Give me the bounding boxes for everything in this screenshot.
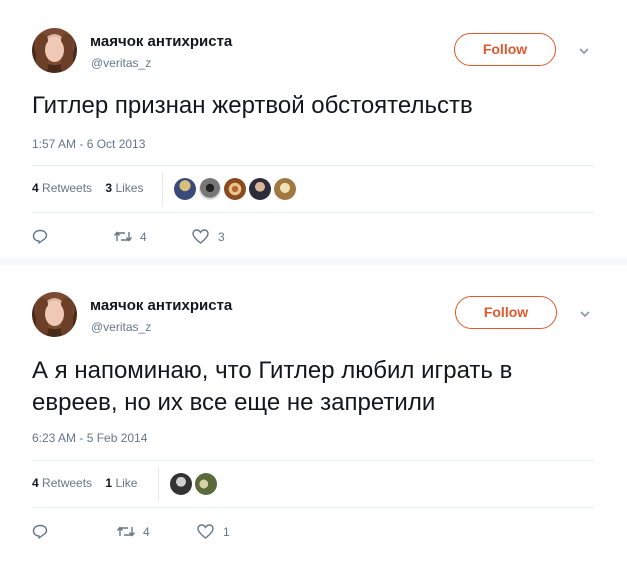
tweet-text: Гитлер признан жертвой обстоятельств xyxy=(32,92,473,119)
divider xyxy=(32,212,594,213)
user-handle[interactable]: @veritas_z xyxy=(91,320,151,334)
tweet-stats: 4 Retweets 1 Like xyxy=(32,476,137,490)
retweet-icon[interactable] xyxy=(113,230,133,243)
retweet-icon[interactable] xyxy=(116,525,136,538)
like-count: 3 xyxy=(218,230,225,244)
timestamp[interactable]: 1:57 AM - 6 Oct 2013 xyxy=(32,137,145,151)
divider xyxy=(32,165,594,166)
divider xyxy=(32,507,594,508)
liker-avatar[interactable] xyxy=(274,178,296,200)
divider xyxy=(32,460,594,461)
heart-icon[interactable] xyxy=(192,229,209,244)
tweet: маячок антихриста @veritas_z Follow А я … xyxy=(0,265,627,577)
tweet-stats: 4 Retweets 3 Likes xyxy=(32,181,143,195)
avatar[interactable] xyxy=(32,28,77,73)
like-count: 1 xyxy=(223,525,230,539)
likes-stat[interactable]: 3 Likes xyxy=(105,181,143,195)
retweets-stat[interactable]: 4 Retweets xyxy=(32,181,92,195)
likes-stat[interactable]: 1 Like xyxy=(105,476,137,490)
liker-avatar[interactable] xyxy=(249,178,271,200)
reply-icon[interactable] xyxy=(32,229,48,244)
avatar[interactable] xyxy=(32,292,77,337)
display-name[interactable]: маячок антихриста xyxy=(90,33,232,50)
tweet-separator xyxy=(0,258,627,265)
tweet-text: А я напоминаю, что Гитлер любил играть в… xyxy=(32,357,513,416)
heart-icon[interactable] xyxy=(197,524,214,539)
chevron-down-icon[interactable] xyxy=(580,310,590,318)
liker-avatar[interactable] xyxy=(174,178,196,200)
chevron-down-icon[interactable] xyxy=(579,47,589,55)
retweet-count: 4 xyxy=(143,525,150,539)
timestamp[interactable]: 6:23 AM - 5 Feb 2014 xyxy=(32,431,147,445)
divider xyxy=(162,172,163,206)
display-name[interactable]: маячок антихриста xyxy=(90,297,232,314)
liker-avatar[interactable] xyxy=(224,178,246,200)
follow-button[interactable]: Follow xyxy=(454,33,556,66)
follow-button[interactable]: Follow xyxy=(455,296,557,329)
retweet-count: 4 xyxy=(140,230,147,244)
user-handle[interactable]: @veritas_z xyxy=(91,56,151,70)
liker-avatar[interactable] xyxy=(195,473,217,495)
tweet: маячок антихриста @veritas_z Follow Гитл… xyxy=(0,0,627,258)
liker-avatar[interactable] xyxy=(170,473,192,495)
retweets-stat[interactable]: 4 Retweets xyxy=(32,476,92,490)
divider xyxy=(158,467,159,501)
reply-icon[interactable] xyxy=(32,524,48,539)
liker-avatar[interactable] xyxy=(199,178,221,200)
